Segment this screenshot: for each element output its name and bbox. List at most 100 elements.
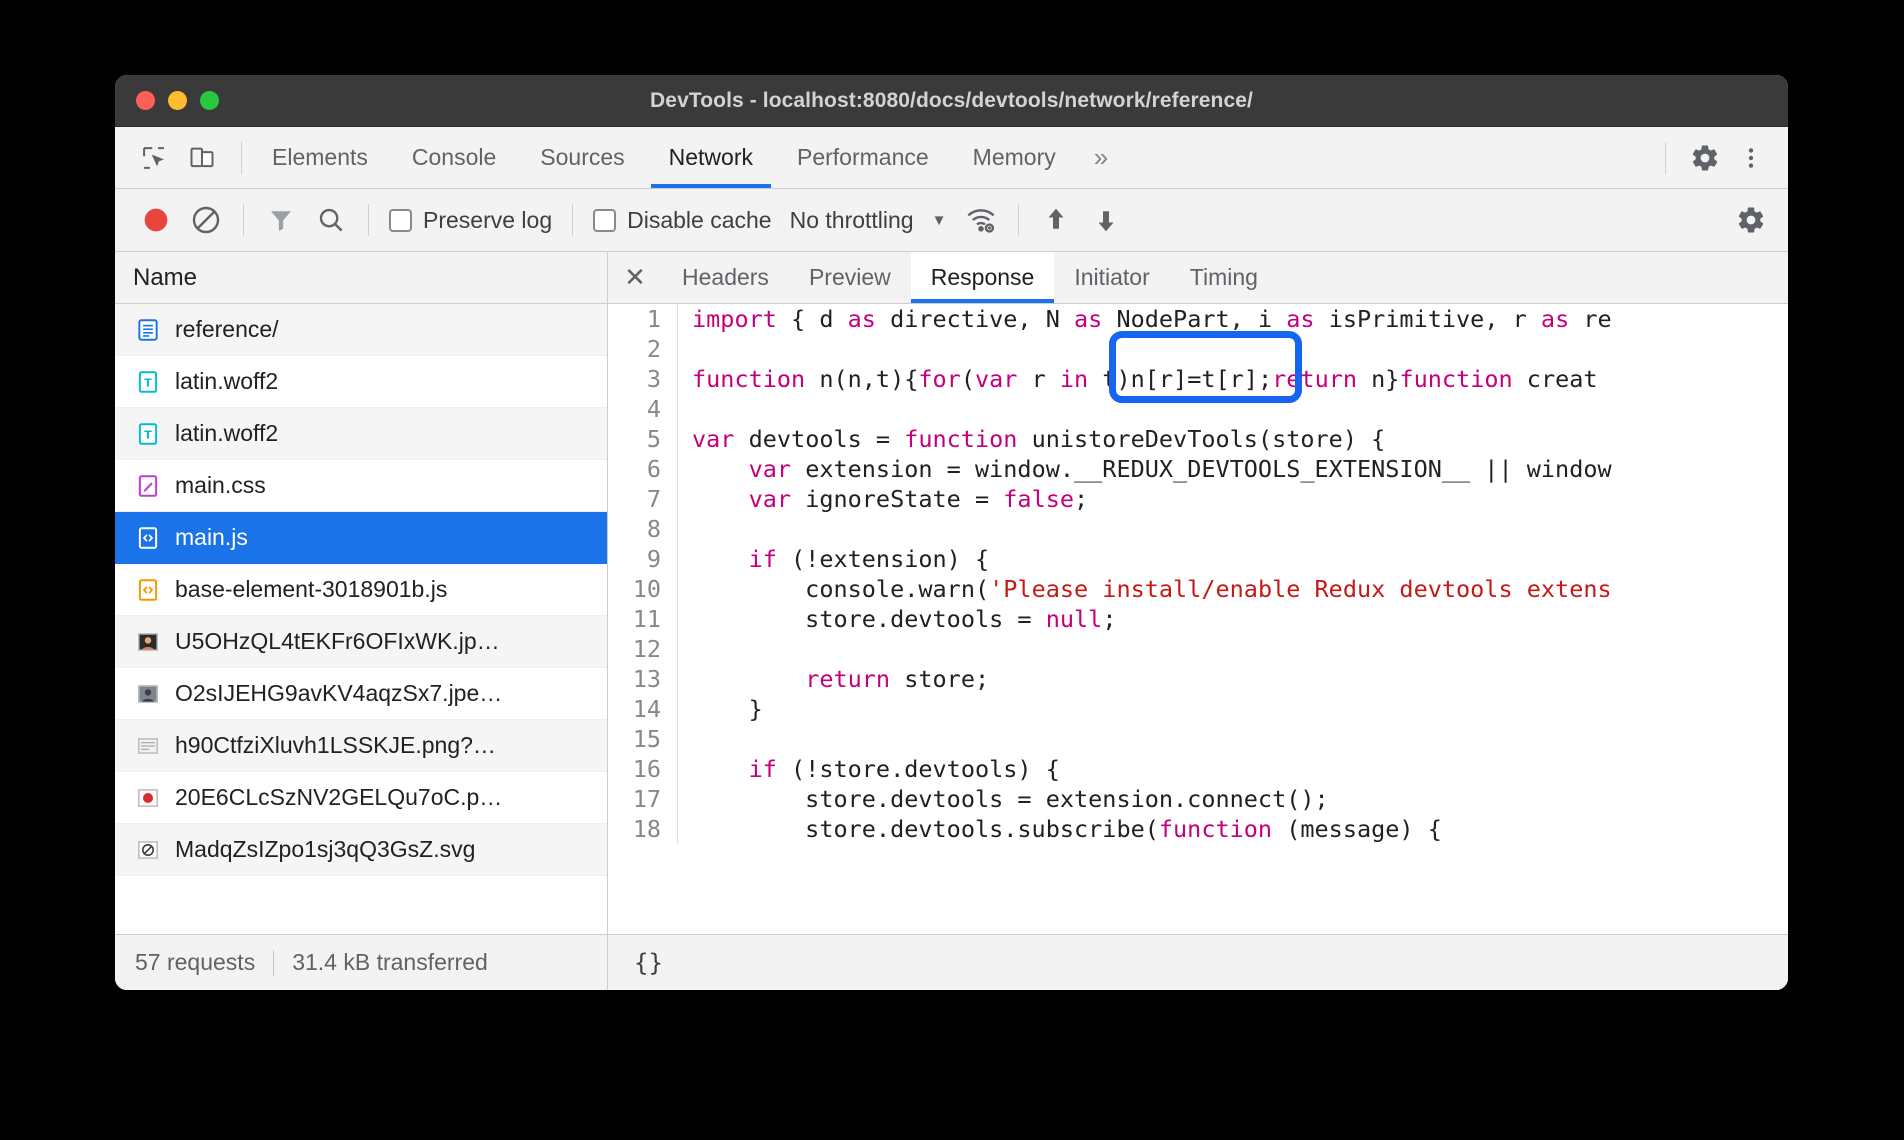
filter-icon[interactable] xyxy=(258,197,304,243)
request-row-image-4[interactable]: 20E6CLcSzNV2GELQu7oC.p… xyxy=(115,772,607,824)
code-text: var devtools = function unistoreDevTools… xyxy=(678,424,1385,454)
tab-performance[interactable]: Performance xyxy=(775,127,951,188)
request-row-image-2[interactable]: O2sIJEHG9avKV4aqzSx7.jpe… xyxy=(115,668,607,720)
code-text: if (!store.devtools) { xyxy=(678,754,1060,784)
detail-tab-label: Response xyxy=(931,264,1035,291)
tab-timing[interactable]: Timing xyxy=(1170,252,1278,303)
request-row-base-element[interactable]: base-element-3018901b.js xyxy=(115,564,607,616)
clear-button[interactable] xyxy=(183,197,229,243)
code-line: 2 xyxy=(608,334,1788,364)
close-window-button[interactable] xyxy=(136,91,155,110)
line-number: 9 xyxy=(608,544,678,574)
pretty-print-button[interactable]: {} xyxy=(634,949,663,977)
request-rows[interactable]: reference/ T latin.woff2 T latin.woff2 xyxy=(115,304,607,934)
more-vertical-icon[interactable] xyxy=(1730,137,1772,179)
code-line: 6 var extension = window.__REDUX_DEVTOOL… xyxy=(608,454,1788,484)
request-row-reference[interactable]: reference/ xyxy=(115,304,607,356)
line-number: 18 xyxy=(608,814,678,844)
request-row-svg[interactable]: MadqZsIZpo1sj3qQ3GsZ.svg xyxy=(115,824,607,876)
tab-elements[interactable]: Elements xyxy=(250,127,390,188)
code-line: 3function n(n,t){for(var r in t)n[r]=t[r… xyxy=(608,364,1788,394)
inspect-element-icon[interactable] xyxy=(133,137,175,179)
line-number: 8 xyxy=(608,514,678,544)
preserve-log-checkbox[interactable]: Preserve log xyxy=(383,207,558,234)
line-number: 7 xyxy=(608,484,678,514)
request-name: reference/ xyxy=(175,316,279,343)
device-toolbar-icon[interactable] xyxy=(181,137,223,179)
request-name: O2sIJEHG9avKV4aqzSx7.jpe… xyxy=(175,680,502,707)
request-row-main-css[interactable]: main.css xyxy=(115,460,607,512)
toolbar-divider-3 xyxy=(572,204,573,236)
tab-headers[interactable]: Headers xyxy=(662,252,789,303)
response-code-viewer[interactable]: 1import { d as directive, N as NodePart,… xyxy=(608,304,1788,934)
request-row-latin-woff2-2[interactable]: T latin.woff2 xyxy=(115,408,607,460)
disable-cache-label: Disable cache xyxy=(627,207,771,234)
devtools-body: Name reference/ T latin.woff2 xyxy=(115,252,1788,990)
image-thumbnail-red xyxy=(135,785,161,811)
import-har-icon[interactable] xyxy=(1033,197,1079,243)
tab-label: Network xyxy=(669,144,753,171)
code-line: 17 store.devtools = extension.connect(); xyxy=(608,784,1788,814)
preserve-log-box xyxy=(389,209,412,232)
script-icon xyxy=(135,525,161,551)
transferred-size: 31.4 kB transferred xyxy=(292,949,488,976)
line-number: 3 xyxy=(608,364,678,394)
request-row-image-3[interactable]: h90CtfziXluvh1LSSKJE.png?… xyxy=(115,720,607,772)
detail-tab-label: Initiator xyxy=(1074,264,1149,291)
record-button[interactable] xyxy=(133,197,179,243)
tabbar-divider xyxy=(241,141,242,174)
disable-cache-checkbox[interactable]: Disable cache xyxy=(587,207,777,234)
column-header-label: Name xyxy=(133,264,197,292)
network-conditions-icon[interactable] xyxy=(958,197,1004,243)
more-tabs-chevron-icon[interactable]: » xyxy=(1078,127,1124,188)
export-har-icon[interactable] xyxy=(1083,197,1129,243)
tab-network[interactable]: Network xyxy=(647,127,775,188)
code-text xyxy=(678,514,692,544)
line-number: 4 xyxy=(608,394,678,424)
line-number: 5 xyxy=(608,424,678,454)
request-name: base-element-3018901b.js xyxy=(175,576,447,603)
stylesheet-icon xyxy=(135,473,161,499)
tab-sources[interactable]: Sources xyxy=(518,127,646,188)
svg-text:T: T xyxy=(144,376,152,389)
code-line: 8 xyxy=(608,514,1788,544)
line-number: 16 xyxy=(608,754,678,784)
tabbar-right-icons xyxy=(1661,127,1788,188)
network-settings-gear-icon[interactable] xyxy=(1728,197,1774,243)
tab-memory[interactable]: Memory xyxy=(951,127,1078,188)
tab-label: Console xyxy=(412,144,496,171)
code-line: 18 store.devtools.subscribe(function (me… xyxy=(608,814,1788,844)
font-icon: T xyxy=(135,369,161,395)
tab-response[interactable]: Response xyxy=(911,252,1055,303)
document-icon xyxy=(135,317,161,343)
zoom-window-button[interactable] xyxy=(200,91,219,110)
code-line: 14 } xyxy=(608,694,1788,724)
code-text: } xyxy=(678,694,763,724)
line-number: 14 xyxy=(608,694,678,724)
window-titlebar: DevTools - localhost:8080/docs/devtools/… xyxy=(115,75,1788,127)
settings-gear-icon[interactable] xyxy=(1684,137,1726,179)
line-number: 2 xyxy=(608,334,678,364)
code-text xyxy=(678,394,692,424)
code-text: store.devtools = null; xyxy=(678,604,1116,634)
image-thumbnail xyxy=(135,629,161,655)
minimize-window-button[interactable] xyxy=(168,91,187,110)
network-status-bar: 57 requests 31.4 kB transferred xyxy=(115,934,607,990)
throttling-select[interactable]: No throttling ▼ xyxy=(782,207,955,234)
tab-initiator[interactable]: Initiator xyxy=(1054,252,1169,303)
font-icon: T xyxy=(135,421,161,447)
tab-console[interactable]: Console xyxy=(390,127,518,188)
code-lines: 1import { d as directive, N as NodePart,… xyxy=(608,304,1788,844)
code-text xyxy=(678,724,692,754)
search-icon[interactable] xyxy=(308,197,354,243)
close-detail-icon[interactable]: ✕ xyxy=(608,252,662,303)
tab-label: Performance xyxy=(797,144,929,171)
devtools-main-tabbar: Elements Console Sources Network Perform… xyxy=(115,127,1788,189)
request-name: latin.woff2 xyxy=(175,368,278,395)
request-row-main-js[interactable]: main.js xyxy=(115,512,607,564)
line-number: 1 xyxy=(608,304,678,334)
request-row-latin-woff2-1[interactable]: T latin.woff2 xyxy=(115,356,607,408)
request-row-image-1[interactable]: U5OHzQL4tEKFr6OFIxWK.jp… xyxy=(115,616,607,668)
column-header-name[interactable]: Name xyxy=(115,252,607,304)
tab-preview[interactable]: Preview xyxy=(789,252,911,303)
